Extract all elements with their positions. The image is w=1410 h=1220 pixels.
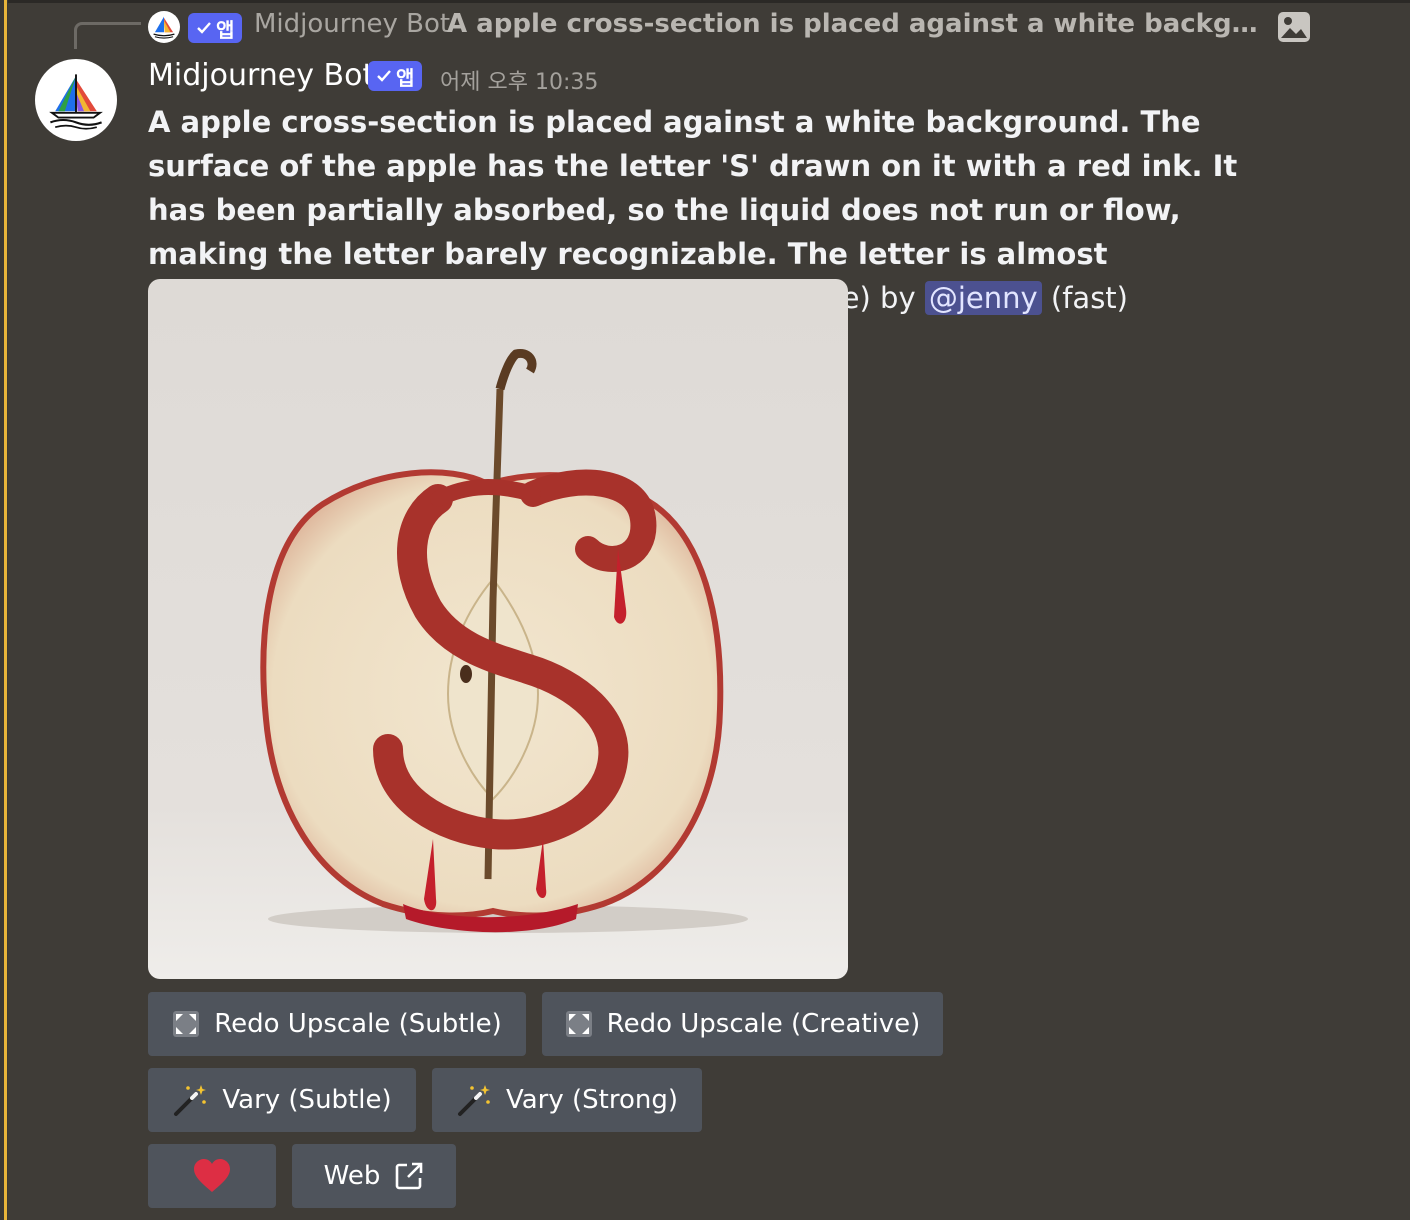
redo-upscale-creative-button[interactable]: Redo Upscale (Creative) <box>542 992 943 1056</box>
external-link-icon <box>396 1162 423 1190</box>
apple-cross-section-image <box>148 279 848 979</box>
reply-app-badge: 앱 <box>188 13 243 43</box>
vary-strong-label: Vary (Strong) <box>505 1085 679 1115</box>
expand-arrows-icon <box>173 1011 200 1037</box>
web-link-button[interactable]: Web <box>292 1144 456 1208</box>
sailboat-logo-icon <box>153 16 175 39</box>
badge-label: 앱 <box>396 65 415 90</box>
message-author-name[interactable]: Midjourney Bot <box>148 58 374 93</box>
redo-upscale-creative-label: Redo Upscale (Creative) <box>606 1009 921 1039</box>
app-badge: 앱 <box>368 61 423 91</box>
expand-arrows-icon <box>565 1011 592 1037</box>
redo-upscale-subtle-button[interactable]: Redo Upscale (Subtle) <box>148 992 526 1056</box>
reply-author-name[interactable]: Midjourney Bot <box>254 9 450 39</box>
heart-icon <box>194 1159 230 1192</box>
message-timestamp[interactable]: 어제 오후 10:35 <box>440 64 598 96</box>
checkmark-icon <box>377 70 391 82</box>
sailboat-logo-icon <box>49 74 103 130</box>
vary-strong-button[interactable]: Vary (Strong) <box>432 1068 702 1132</box>
user-mention[interactable]: @jenny <box>924 281 1042 315</box>
reply-spine <box>74 22 141 49</box>
checkmark-icon <box>197 22 211 34</box>
magic-wand-icon <box>174 1085 207 1116</box>
favorite-button[interactable] <box>148 1144 276 1208</box>
mention-highlight-bar <box>4 0 7 1220</box>
reply-avatar[interactable] <box>148 11 180 43</box>
redo-upscale-subtle-label: Redo Upscale (Subtle) <box>214 1009 502 1039</box>
vary-subtle-label: Vary (Subtle) <box>222 1085 392 1115</box>
bot-avatar[interactable] <box>35 59 117 141</box>
image-icon <box>1278 12 1310 42</box>
reply-preview-text[interactable]: A apple cross-section is placed against … <box>447 9 1269 39</box>
speed-info: (fast) <box>1041 281 1128 315</box>
reply-badge-label: 앱 <box>216 17 235 42</box>
generated-image[interactable] <box>148 279 848 979</box>
web-label: Web <box>323 1161 381 1191</box>
vary-subtle-button[interactable]: Vary (Subtle) <box>148 1068 416 1132</box>
magic-wand-icon <box>457 1085 490 1116</box>
window-top-border <box>0 0 1410 3</box>
